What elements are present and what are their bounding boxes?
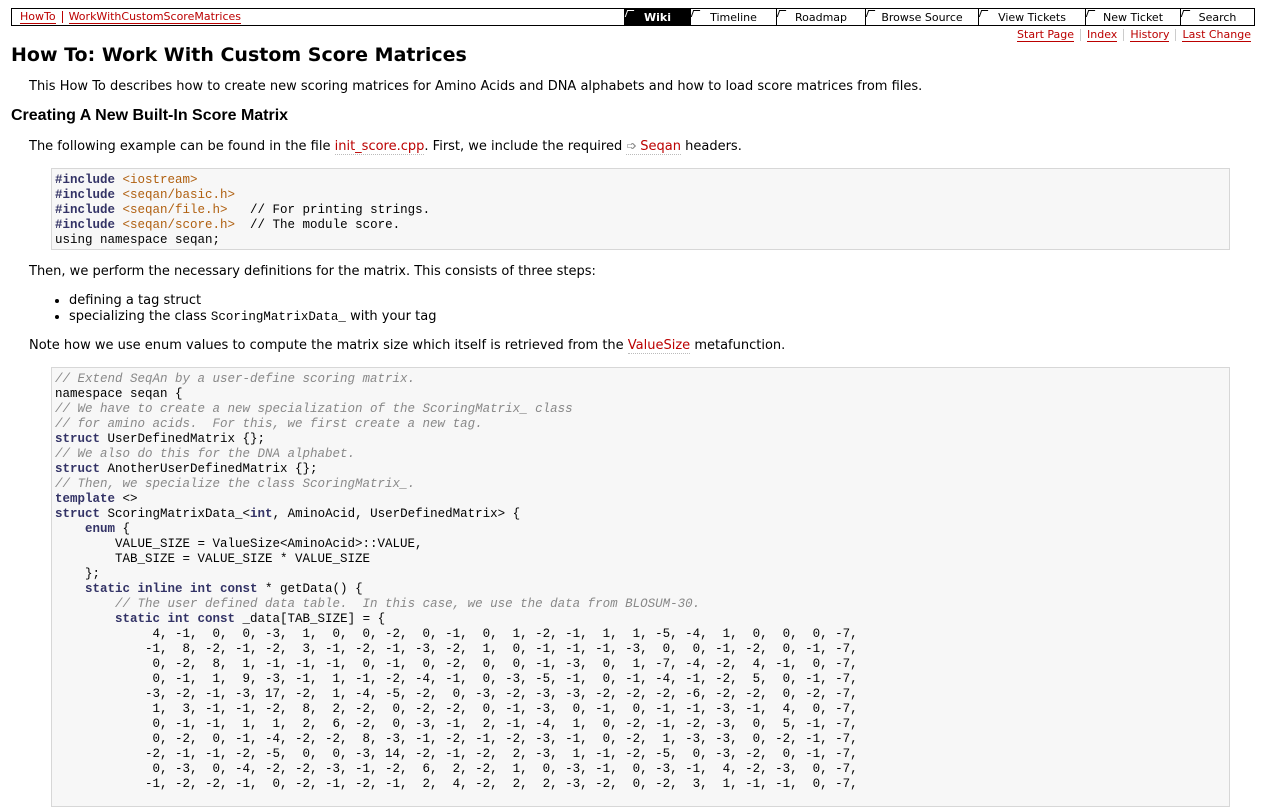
nav-tab-wiki[interactable]: Wiki: [624, 9, 690, 25]
seqan-external-link[interactable]: Seqan: [626, 139, 681, 155]
valuesize-link[interactable]: ValueSize: [627, 338, 691, 354]
code-line: // Extend SeqAn by a user-define scoring…: [55, 372, 416, 386]
main-navigation: Wiki Timeline Roadmap Browse Source View Tic…: [624, 9, 1254, 25]
code-line: };: [55, 567, 101, 581]
nav-separator: [1123, 29, 1125, 41]
page-nav-link-start-page[interactable]: Start Page: [1017, 28, 1075, 42]
code-line: 0, -1, -1, 1, 1, 2, 6, -2, 0, -3, -1, 2,…: [55, 717, 858, 731]
code-line: // We also do this for the DNA alphabet.: [55, 447, 356, 461]
page-nav-link-history[interactable]: History: [1130, 28, 1170, 42]
inline-code: ScoringMatrixData_: [210, 310, 346, 324]
example-text-middle: . First, we include the required: [424, 139, 627, 154]
code-line: 0, -3, 0, -4, -2, -2, -3, -1, -2, 6, 2, …: [55, 762, 858, 776]
example-paragraph: The following example can be found in th…: [29, 139, 742, 155]
code-line: static inline int const * getData() {: [85, 582, 363, 596]
list-item: defining a tag struct: [69, 293, 436, 309]
code-line: #include <seqan/basic.h>: [55, 188, 236, 202]
code-line: // We have to create a new specializatio…: [55, 402, 573, 416]
page-nav-link-index[interactable]: Index: [1087, 28, 1118, 42]
code-line: template <>: [55, 492, 138, 506]
code-line: struct UserDefinedMatrix {};: [55, 432, 266, 446]
code-line: -1, -2, -2, -1, 0, -2, -1, -2, -1, 2, 4,…: [55, 777, 858, 791]
example-text-before: The following example can be found in th…: [29, 139, 335, 154]
nav-tab-browse-source[interactable]: Browse Source: [865, 9, 978, 25]
code-line: 0, -1, 1, 9, -3, -1, 1, -1, -2, -4, -1, …: [55, 672, 858, 686]
context-nav-link-howto[interactable]: HowTo: [20, 10, 56, 24]
code-line: // for amino acids. For this, we first c…: [55, 417, 483, 431]
code-line: 0, -2, 8, 1, -1, -1, -1, 0, -1, 0, -2, 0…: [55, 657, 858, 671]
code-line: namespace seqan {: [55, 387, 183, 401]
code-line: -2, -1, -1, -2, -5, 0, 0, -3, 14, -2, -1…: [55, 747, 858, 761]
code-line: 1, 3, -1, -1, -2, 8, 2, -2, 0, -2, -2, 0…: [55, 702, 858, 716]
section-title: Creating A New Built-In Score Matrix: [11, 107, 289, 124]
intro-paragraph: This How To describes how to create new …: [29, 79, 923, 94]
code-line: // The user defined data table. In this …: [115, 597, 701, 611]
page-nav-link-last-change[interactable]: Last Change: [1182, 28, 1251, 42]
nav-separator: [1080, 29, 1082, 41]
top-navigation-bar: HowTo WorkWithCustomScoreMatrices Wiki Tim…: [11, 8, 1255, 26]
code-line: TAB_SIZE = VALUE_SIZE * VALUE_SIZE: [55, 552, 371, 566]
code-line: using namespace seqan;: [55, 233, 221, 247]
nav-separator: [1175, 29, 1177, 41]
code-line: -3, -2, -1, -3, 17, -2, 1, -4, -5, -2, 0…: [55, 687, 858, 701]
code-line: #include <seqan/score.h> // The module s…: [55, 218, 401, 232]
note-text-after: metafunction.: [690, 338, 786, 353]
code-block-matrix-definition: // Extend SeqAn by a user-define scoring…: [51, 367, 1230, 807]
file-link-init-score[interactable]: init_score.cpp: [334, 139, 425, 155]
code-line: static int const _data[TAB_SIZE] = {: [115, 612, 386, 626]
nav-tab-search[interactable]: Search: [1180, 9, 1254, 25]
code-line: #include <iostream>: [55, 173, 198, 187]
code-line: // Then, we specialize the class Scoring…: [55, 477, 416, 491]
code-line: struct AnotherUserDefinedMatrix {};: [55, 462, 318, 476]
note-paragraph: Note how we use enum values to compute t…: [29, 338, 786, 354]
steps-list: defining a tag structspecializing the cl…: [51, 293, 436, 325]
code-line: 0, -2, 0, -1, -4, -2, -2, 8, -3, -1, -2,…: [55, 732, 858, 746]
code-line: enum {: [85, 522, 131, 536]
nav-tab-new-ticket[interactable]: New Ticket: [1085, 9, 1180, 25]
steps-paragraph: Then, we perform the necessary definitio…: [29, 264, 596, 279]
code-block-includes: #include <iostream> #include <seqan/basic…: [51, 168, 1230, 250]
code-line: VALUE_SIZE = ValueSize<AminoAcid>::VALUE…: [55, 537, 423, 551]
context-navigation: HowTo WorkWithCustomScoreMatrices: [14, 9, 247, 25]
page-context-navigation: Start Page Index History Last Change: [1011, 28, 1251, 42]
nav-separator: [61, 11, 63, 23]
code-line: #include <seqan/file.h> // For printing …: [55, 203, 431, 217]
example-text-after: headers.: [680, 139, 742, 154]
list-item: specializing the class ScoringMatrixData…: [69, 309, 436, 325]
page-title: How To: Work With Custom Score Matrices: [11, 44, 467, 66]
code-line: 4, -1, 0, 0, -3, 1, 0, 0, -2, 0, -1, 0, …: [55, 627, 858, 641]
nav-tab-view-tickets[interactable]: View Tickets: [978, 9, 1085, 25]
context-nav-link-workwithcustomscorematrices[interactable]: WorkWithCustomScoreMatrices: [68, 10, 242, 24]
code-line: -1, 8, -2, -1, -2, 3, -1, -2, -1, -3, -2…: [55, 642, 858, 656]
nav-tab-timeline[interactable]: Timeline: [690, 9, 776, 25]
note-text-before: Note how we use enum values to compute t…: [29, 338, 628, 353]
code-line: struct ScoringMatrixData_<int, AminoAcid…: [55, 507, 521, 521]
nav-tab-roadmap[interactable]: Roadmap: [776, 9, 865, 25]
